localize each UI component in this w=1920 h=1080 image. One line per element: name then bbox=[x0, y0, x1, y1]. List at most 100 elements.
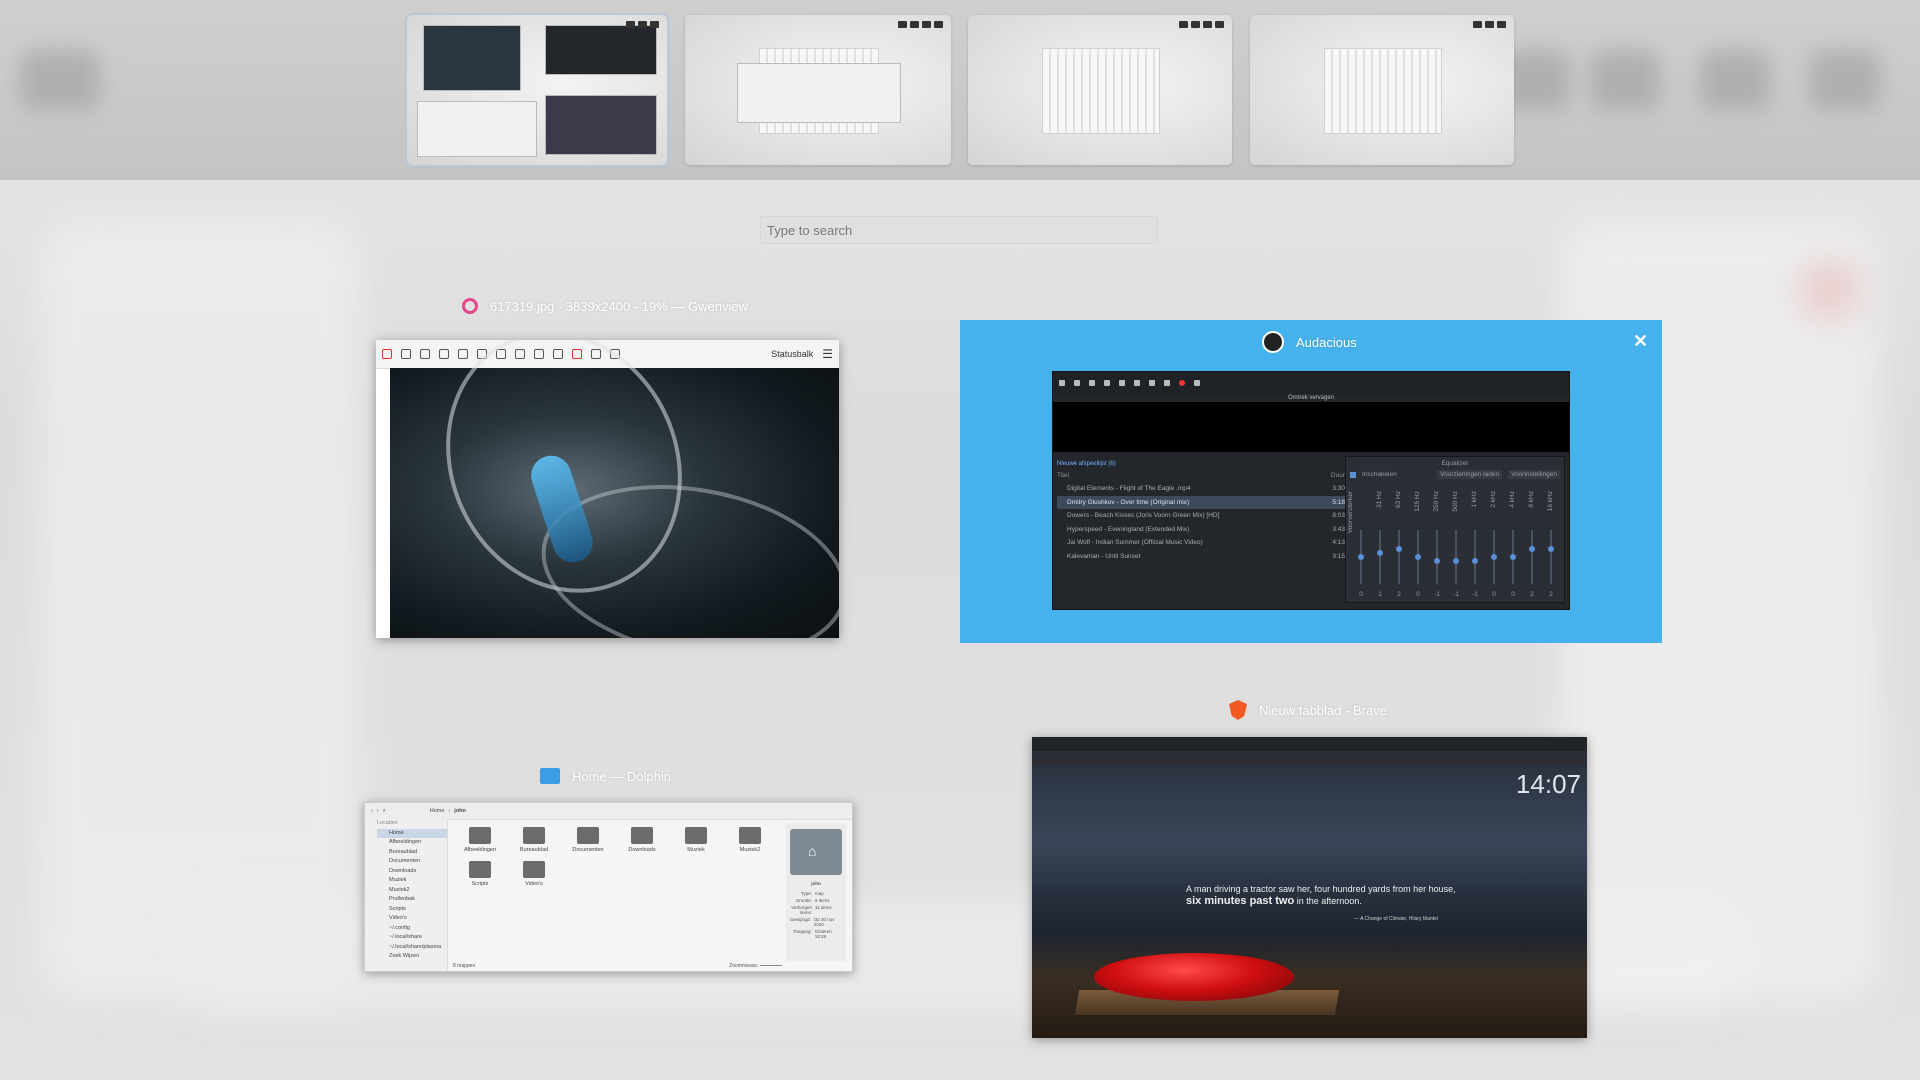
breadcrumb-john[interactable]: john bbox=[454, 808, 466, 814]
status-text: 8 mappen bbox=[453, 963, 476, 969]
search-icon[interactable] bbox=[1074, 380, 1080, 386]
close-icon[interactable]: ✕ bbox=[1633, 331, 1648, 352]
zoom-label: Zoomniveau: bbox=[729, 963, 758, 969]
eq-knob[interactable] bbox=[1529, 546, 1535, 552]
home-icon[interactable] bbox=[420, 349, 430, 359]
info-key: Gewijzigd: bbox=[789, 917, 811, 922]
folder-item[interactable]: Afbeeldingen bbox=[463, 827, 497, 853]
add-icon[interactable] bbox=[1104, 380, 1110, 386]
eq-slider[interactable] bbox=[1377, 530, 1383, 584]
desktop-thumbnail-2[interactable] bbox=[685, 15, 951, 165]
stop-icon[interactable] bbox=[1149, 380, 1155, 386]
eq-knob[interactable] bbox=[1434, 558, 1440, 564]
gwenview-window[interactable]: Statusbalk ☰ bbox=[376, 340, 839, 638]
places-item[interactable]: Muziek bbox=[377, 876, 447, 886]
eq-slider[interactable] bbox=[1510, 530, 1516, 584]
eq-preset-load[interactable]: Voorzieningen laden bbox=[1437, 470, 1503, 479]
places-item[interactable]: Bureaublad bbox=[377, 848, 447, 858]
folder-item[interactable]: Downloads bbox=[625, 827, 659, 853]
forward-icon[interactable]: › bbox=[377, 808, 379, 814]
eq-knob[interactable] bbox=[1472, 558, 1478, 564]
places-item[interactable]: Documenten bbox=[377, 857, 447, 867]
eq-slider[interactable] bbox=[1491, 530, 1497, 584]
folder-label: Muziek2 bbox=[739, 847, 761, 853]
desktop-thumbnail-4[interactable] bbox=[1250, 15, 1514, 165]
folder-item[interactable]: Muziek2 bbox=[733, 827, 767, 853]
playlist-row[interactable]: Hyperspeed - Eveningland (Extended Mix) 3… bbox=[1057, 523, 1351, 537]
settings-icon[interactable] bbox=[1059, 380, 1065, 386]
play-icon[interactable] bbox=[1134, 380, 1140, 386]
previous-icon[interactable] bbox=[1119, 380, 1125, 386]
playlist-row[interactable]: Kalevaman - Until Sunset 3:15 bbox=[1057, 550, 1351, 564]
eq-slider[interactable] bbox=[1548, 530, 1554, 584]
column-duration[interactable]: Duur bbox=[1331, 470, 1345, 482]
eq-slider[interactable] bbox=[1529, 530, 1535, 584]
places-item[interactable]: Prullenbak bbox=[377, 895, 447, 905]
playlist-row[interactable]: Dowers - Beach Kisses (Joris Voorn Green… bbox=[1057, 509, 1351, 523]
hamburger-menu-icon[interactable]: ☰ bbox=[822, 347, 833, 361]
folder-item[interactable]: Muziek bbox=[679, 827, 713, 853]
places-item[interactable]: ~/.local/share/plasma bbox=[377, 943, 447, 953]
shuffle-icon[interactable] bbox=[1194, 380, 1200, 386]
equalizer-enable[interactable]: Inschakelen bbox=[1362, 471, 1397, 478]
places-item[interactable]: Home bbox=[377, 828, 447, 838]
desktop-thumbnail-3[interactable] bbox=[968, 15, 1232, 165]
audacious-window[interactable]: Omtrek vervagen Nieuwe afspeellijst (6) … bbox=[1052, 371, 1570, 610]
open-icon[interactable] bbox=[1089, 380, 1095, 386]
statusbar-toggle[interactable]: Statusbalk bbox=[771, 349, 813, 359]
eq-knob[interactable] bbox=[1491, 554, 1497, 560]
eq-knob[interactable] bbox=[1358, 554, 1364, 560]
browse-icon[interactable] bbox=[382, 349, 392, 359]
eq-slider[interactable] bbox=[1415, 530, 1421, 584]
playlist-row[interactable]: Jai Wolf - Indian Summer (Official Music… bbox=[1057, 536, 1351, 550]
info-key: Type: bbox=[800, 891, 812, 896]
places-item[interactable]: Downloads bbox=[377, 867, 447, 877]
eq-knob[interactable] bbox=[1377, 550, 1383, 556]
playlist-row[interactable]: Digital Elements - Flight of The Eagle .… bbox=[1057, 482, 1351, 496]
search-icon[interactable]: ⌕ bbox=[383, 808, 386, 815]
eq-knob[interactable] bbox=[1510, 554, 1516, 560]
eq-knob[interactable] bbox=[1453, 558, 1459, 564]
places-item[interactable]: Afbeeldingen bbox=[377, 838, 447, 848]
eq-slider[interactable] bbox=[1472, 530, 1478, 584]
eq-knob[interactable] bbox=[1415, 554, 1421, 560]
eq-knob[interactable] bbox=[1396, 546, 1402, 552]
search-input[interactable]: Type to search bbox=[760, 216, 1158, 244]
brave-window[interactable]: 14:07 A man driving a tractor saw her, f… bbox=[1032, 737, 1587, 1038]
folder-item[interactable]: Scripts bbox=[463, 861, 497, 887]
visualizer-tab[interactable]: Omtrek vervagen bbox=[1053, 395, 1569, 401]
desktop-thumbnail-1[interactable] bbox=[405, 13, 669, 167]
eq-slider[interactable] bbox=[1358, 530, 1364, 584]
zoom-slider[interactable] bbox=[760, 965, 782, 966]
grid-icon[interactable] bbox=[458, 349, 468, 359]
places-item[interactable]: ~/.local/share bbox=[377, 933, 447, 943]
places-item[interactable]: Video's bbox=[377, 914, 447, 924]
up-icon[interactable] bbox=[401, 349, 411, 359]
eq-slider[interactable] bbox=[1434, 530, 1440, 584]
dolphin-window[interactable]: ‹ › ⌕ Home › john Locaties Home Afbeeldin… bbox=[364, 802, 853, 972]
eq-preset-save[interactable]: Voorinstellingen bbox=[1508, 470, 1560, 479]
next-icon[interactable] bbox=[1164, 380, 1170, 386]
folder-icon bbox=[469, 827, 491, 844]
audacious-title: Audacious bbox=[1262, 331, 1357, 353]
track-title: Hyperspeed - Eveningland (Extended Mix) bbox=[1067, 525, 1190, 533]
record-icon[interactable] bbox=[1179, 380, 1185, 386]
refresh-icon[interactable] bbox=[439, 349, 449, 359]
checkbox-icon[interactable] bbox=[1350, 471, 1356, 478]
brave-addressbar[interactable] bbox=[1032, 751, 1587, 765]
eq-slider[interactable] bbox=[1453, 530, 1459, 584]
eq-slider[interactable] bbox=[1396, 530, 1402, 584]
breadcrumb-home[interactable]: Home bbox=[430, 808, 445, 814]
back-icon[interactable]: ‹ bbox=[371, 808, 373, 814]
playlist-row[interactable]: Dmitry Glushkov - Over time (Original mi… bbox=[1057, 495, 1351, 509]
places-item[interactable]: Scripts bbox=[377, 905, 447, 915]
playlist-tab[interactable]: Nieuwe afspeellijst (6) bbox=[1057, 458, 1351, 470]
eq-knob[interactable] bbox=[1548, 546, 1554, 552]
folder-item[interactable]: Documenten bbox=[571, 827, 605, 853]
places-item[interactable]: Muziek2 bbox=[377, 886, 447, 896]
places-item[interactable]: ~/.config bbox=[377, 924, 447, 934]
places-item[interactable]: Zoek Wijzen bbox=[377, 952, 447, 962]
folder-item[interactable]: Video's bbox=[517, 861, 551, 887]
folder-item[interactable]: Bureaublad bbox=[517, 827, 551, 853]
column-title[interactable]: Titel bbox=[1057, 470, 1069, 482]
